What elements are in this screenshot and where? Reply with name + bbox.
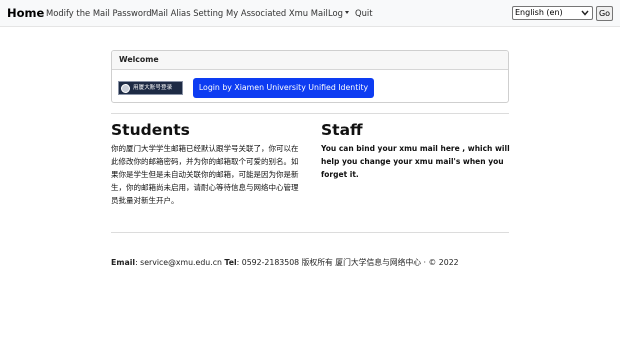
caret-down-icon [344,11,349,14]
language-select[interactable]: English (en) [512,6,593,20]
chevron-down-icon [581,10,589,16]
welcome-card: Welcome 用厦大账号登录 Login by Xiamen Universi… [111,50,509,103]
xmu-logo-icon [121,83,130,93]
nav-mail-alias[interactable]: Mail Alias Setting [151,8,223,19]
email-label: Email [111,258,136,267]
language-selected-value: English (en) [515,8,563,17]
staff-description: You can bind your xmu mail here , which … [321,144,510,179]
nav-quit[interactable]: Quit [355,8,373,19]
tel-label: Tel [224,258,237,267]
footer: Email: service@xmu.edu.cn Tel: 0592-2183… [111,258,459,267]
nav-log-dropdown[interactable]: Log [328,8,349,19]
students-description: 你的厦门大学学生邮箱已经默认跟学号关联了，你可以在此修改你的邮箱密码，并为你的邮… [111,144,299,205]
welcome-header: Welcome [112,51,508,70]
divider [111,113,509,114]
nav-modify-password[interactable]: Modify the Mail Password [46,8,152,19]
footer-divider [111,232,509,233]
students-title: Students [111,121,190,139]
go-button[interactable]: Go [596,6,613,21]
email-link[interactable]: service@xmu.edu.cn [140,258,222,267]
copyright-text: 版权所有 厦门大学信息与网络中心 · © 2022 [301,258,459,267]
staff-title: Staff [321,121,363,139]
top-navbar: Home Modify the Mail Password Mail Alias… [0,0,620,27]
tel-value: 0592-2183508 [241,258,300,267]
xmu-account-login-badge[interactable]: 用厦大账号登录 [118,81,183,95]
nav-log-label: Log [328,8,343,18]
unified-identity-login-button[interactable]: Login by Xiamen University Unified Ident… [193,78,374,98]
nav-associated-mail[interactable]: My Associated Xmu Mail [226,8,328,19]
badge-label: 用厦大账号登录 [133,85,173,91]
home-link[interactable]: Home [7,6,44,20]
